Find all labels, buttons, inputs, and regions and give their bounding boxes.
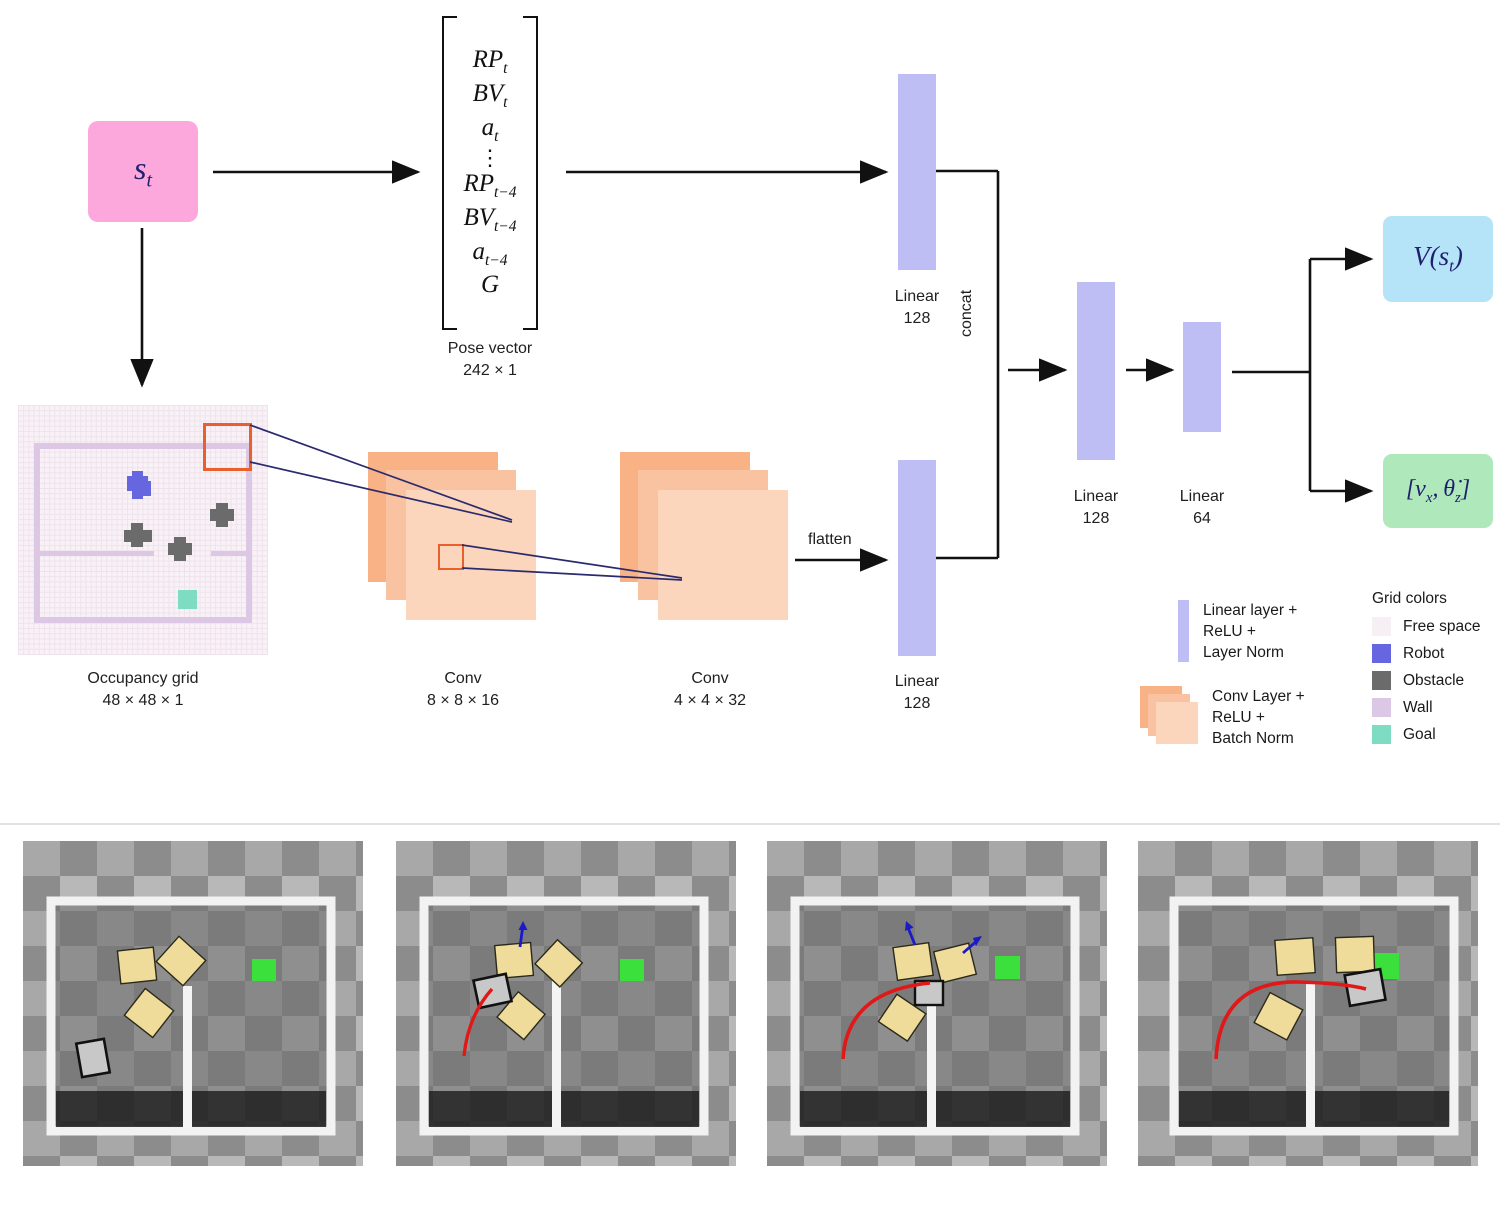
simulation-frame — [1138, 841, 1478, 1166]
flatten-label: flatten — [808, 531, 852, 548]
pose-caption-line2: 242 × 1 — [463, 361, 517, 379]
grid-robot — [139, 481, 151, 496]
robot-label: Robot — [1403, 644, 1445, 662]
conv-swatch-front — [1156, 701, 1198, 744]
pose-row: BVt — [472, 79, 508, 111]
grid-colors-title: Grid colors — [1372, 590, 1447, 607]
occ-caption-line1: Occupancy grid — [87, 670, 199, 687]
legend-linear-line3: Layer Norm — [1203, 644, 1284, 662]
conv-layer-1-caption: Conv 8 × 8 × 16 — [378, 668, 548, 711]
occupancy-grid-caption: Occupancy grid 48 × 48 × 1 — [48, 668, 238, 711]
grid-color-item: Goal — [1372, 725, 1500, 744]
legend-conv-row: Conv Layer + ReLU + Batch Norm — [1140, 685, 1370, 750]
legend-linear-row: Linear layer + ReLU + Layer Norm — [1140, 600, 1370, 664]
wall-swatch — [1372, 698, 1391, 717]
linear-layer-swatch — [1178, 600, 1189, 662]
legend-linear-line2: ReLU + — [1203, 623, 1256, 641]
conv2-shape: 4 × 4 × 32 — [673, 691, 747, 709]
grid-obstacle — [174, 537, 186, 561]
grid-obstacle — [216, 503, 228, 527]
wall-outer-bottom — [34, 617, 252, 623]
pose-row: at — [481, 113, 499, 145]
grid-colors-legend: Grid colors Free space Robot Obstacle Wa… — [1372, 590, 1500, 752]
simulation-frame — [767, 841, 1107, 1166]
obstacle-label: Obstacle — [1403, 671, 1465, 689]
conv-layer-1 — [368, 452, 548, 622]
linear-merged-1 — [1077, 282, 1115, 460]
pose-vector-matrix: RPt BVt at ⋮ RPt−4 BVt−4 at−4 G — [430, 16, 550, 330]
network-legend: Linear layer + ReLU + Layer Norm Conv La… — [1140, 600, 1370, 771]
occ-caption-line2: 48 × 48 × 1 — [102, 691, 184, 709]
lin-m2-name: Linear — [1179, 488, 1225, 505]
linear-grid-branch — [898, 460, 936, 656]
conv-layer-2-caption: Conv 4 × 4 × 32 — [625, 668, 795, 711]
legend-linear-text: Linear layer + ReLU + Layer Norm — [1203, 600, 1297, 664]
pose-row: RPt — [472, 46, 508, 78]
linear-pose-branch — [898, 74, 936, 270]
legend-conv-line2: ReLU + — [1212, 708, 1265, 726]
legend-linear-line1: Linear layer + — [1203, 602, 1298, 619]
lin-grid-units: 128 — [903, 694, 931, 712]
value-output-symbol: V(st) — [1413, 241, 1463, 276]
pose-vector-caption: Pose vector 242 × 1 — [400, 338, 580, 381]
conv2-name: Conv — [691, 670, 729, 687]
wall-divider-left — [34, 551, 154, 556]
action-output-symbol: [vx, θ̇z] — [1405, 475, 1471, 506]
state-symbol: st — [134, 150, 152, 192]
conv1-receptive-field-highlight — [438, 544, 464, 570]
simulation-frame — [23, 841, 363, 1166]
pose-row: at−4 — [472, 237, 508, 269]
pose-caption-line1: Pose vector — [447, 340, 533, 357]
linear-merged-2 — [1183, 322, 1221, 432]
grid-color-item: Free space — [1372, 617, 1500, 636]
state-input-box: st — [88, 121, 198, 222]
wall-divider-right — [211, 551, 252, 556]
receptive-field-highlight — [203, 423, 252, 471]
grid-color-item: Obstacle — [1372, 671, 1500, 690]
linear-grid-branch-caption: Linear 128 — [847, 671, 987, 714]
goal-swatch — [1372, 725, 1391, 744]
conv2-slice-front — [658, 490, 788, 620]
legend-conv-text: Conv Layer + ReLU + Batch Norm — [1212, 686, 1305, 750]
simulation-frame — [396, 841, 736, 1166]
bracket-right — [522, 16, 538, 330]
grid-color-item: Wall — [1372, 698, 1500, 717]
pose-row-ellipsis: ⋮ — [478, 144, 501, 170]
conv1-slice-front — [406, 490, 536, 620]
conv1-shape: 8 × 8 × 16 — [426, 691, 500, 709]
section-divider — [0, 823, 1500, 825]
conv1-name: Conv — [444, 670, 482, 687]
legend-conv-line1: Conv Layer + — [1212, 687, 1305, 705]
pose-vector-rows: RPt BVt at ⋮ RPt−4 BVt−4 at−4 G — [457, 18, 522, 328]
legend-conv-line3: Batch Norm — [1212, 730, 1294, 748]
goal-label: Goal — [1403, 725, 1436, 743]
grid-color-item: Robot — [1372, 644, 1500, 663]
conv-layer-swatch — [1140, 685, 1198, 744]
conv-layer-2 — [620, 452, 800, 622]
concat-label: concat — [958, 289, 975, 337]
occupancy-grid — [18, 405, 268, 655]
wall-outer-left — [34, 443, 40, 623]
free-space-label: Free space — [1403, 617, 1481, 635]
lin-m2-units: 64 — [1193, 509, 1211, 527]
linear-merged-2-caption: Linear 64 — [1132, 486, 1272, 529]
value-output-box: V(st) — [1383, 216, 1493, 302]
bracket-left — [442, 16, 458, 330]
lin-grid-name: Linear — [894, 673, 940, 690]
grid-obstacle — [131, 523, 143, 547]
pose-row: RPt−4 — [463, 169, 517, 201]
pose-row: G — [480, 271, 500, 299]
grid-goal — [178, 590, 197, 609]
obstacle-swatch — [1372, 671, 1391, 690]
pose-row: BVt−4 — [463, 203, 517, 235]
robot-swatch — [1372, 644, 1391, 663]
free-space-swatch — [1372, 617, 1391, 636]
wall-label: Wall — [1403, 698, 1433, 716]
action-output-box: [vx, θ̇z] — [1383, 454, 1493, 528]
